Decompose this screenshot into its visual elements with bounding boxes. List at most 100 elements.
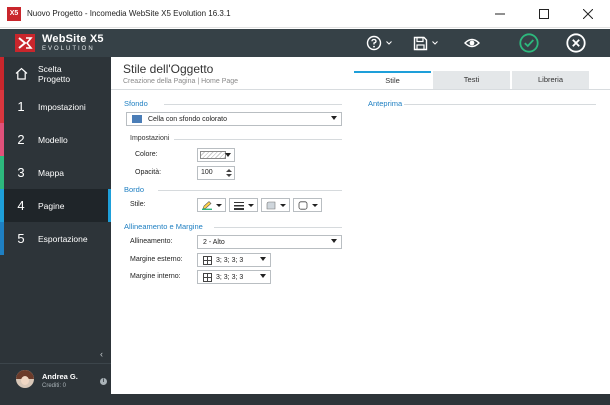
minimize-button[interactable] [478, 0, 522, 28]
divider [111, 89, 610, 90]
border-color-button[interactable] [197, 198, 226, 212]
close-circle-icon [566, 33, 586, 53]
user-credits: Crediti: 0 [42, 383, 67, 389]
stepper-arrows-icon[interactable] [225, 168, 232, 178]
margin-grid-icon [203, 255, 212, 265]
exit-button[interactable] [562, 29, 590, 57]
maximize-icon [539, 9, 549, 19]
divider [214, 227, 342, 228]
section-title-bordo: Bordo [124, 185, 145, 194]
sidebar-item-pagine[interactable]: 4 Pagine [0, 189, 111, 222]
sidebar-item-scelta-progetto[interactable]: Scelta Progetto [0, 57, 111, 90]
pen-color-icon [202, 201, 212, 210]
save-button[interactable] [408, 29, 442, 57]
collapse-sidebar-icon[interactable]: ‹ [100, 349, 103, 359]
sidebar-item-label: Impostazioni [38, 101, 86, 112]
page-title: Stile dell'Oggetto [123, 62, 214, 76]
save-icon [413, 36, 427, 50]
logo: WebSite X5 EVOLUTION [42, 33, 104, 53]
shadow-icon [266, 201, 276, 210]
outer-margin-label: Margine esterno: [130, 256, 183, 263]
app-icon: X5 [7, 6, 21, 21]
chevron-down-icon [225, 153, 231, 157]
opacity-value: 100 [201, 169, 213, 176]
alignment-value: 2 - Alto [203, 238, 225, 246]
close-window-button[interactable] [566, 0, 610, 28]
sidebar-item-number: 1 [17, 99, 25, 114]
section-title-sfondo: Sfondo [124, 99, 148, 108]
border-thickness-button[interactable] [229, 198, 258, 212]
color-swatch-icon [132, 115, 142, 123]
sidebar-item-label: Pagine [38, 200, 65, 211]
sidebar-item-mappa[interactable]: 3 Mappa [0, 156, 111, 189]
chevron-down-icon [260, 274, 266, 278]
chevron-down-icon [386, 41, 392, 45]
tab-libreria[interactable]: Libreria [512, 71, 589, 89]
app-header: WebSite X5 EVOLUTION [0, 29, 610, 57]
sidebar-item-impostazioni[interactable]: 1 Impostazioni [0, 90, 111, 123]
sidebar-item-esportazione[interactable]: 5 Esportazione [0, 222, 111, 255]
home-icon [4, 67, 38, 80]
tab-bar: Stile Testi Libreria [354, 71, 591, 89]
sidebar-item-number: 5 [17, 231, 25, 246]
divider [174, 139, 342, 140]
opacity-stepper[interactable]: 100 [197, 166, 235, 180]
main-panel: Stile dell'Oggetto Creazione della Pagin… [111, 57, 610, 394]
rounded-corner-icon [298, 201, 308, 210]
line-thickness-icon [234, 202, 244, 210]
sidebar-item-number: 3 [17, 165, 25, 180]
inner-margin-label: Margine interno: [130, 273, 181, 280]
user-panel[interactable]: Andrea G. Crediti: 0 i [0, 363, 111, 394]
background-mode-select[interactable]: Cella con sfondo colorato [126, 112, 342, 126]
sidebar-item-label: Scelta Progetto [38, 63, 71, 84]
chevron-down-icon [331, 116, 337, 120]
tab-testi[interactable]: Testi [433, 71, 510, 89]
chevron-down-icon [331, 239, 337, 243]
sidebar: Scelta Progetto 1 Impostazioni 2 Modello … [0, 57, 111, 394]
chevron-down-icon [216, 204, 222, 207]
inner-margin-select[interactable]: 3; 3; 3; 3 [197, 270, 271, 284]
chevron-down-icon [312, 204, 318, 207]
chevron-down-icon [260, 257, 266, 261]
color-picker[interactable] [197, 148, 235, 162]
logo-icon [15, 34, 35, 52]
window-titlebar: X5 Nuovo Progetto - Incomedia WebSite X5… [0, 0, 610, 28]
close-icon [583, 9, 593, 19]
checkmark-circle-icon [519, 33, 539, 53]
help-button[interactable] [362, 29, 396, 57]
eye-icon [464, 38, 480, 48]
transparent-color-icon [200, 151, 226, 159]
background-mode-value: Cella con sfondo colorato [148, 115, 227, 123]
user-name: Andrea G. [42, 372, 78, 381]
border-effect-button[interactable] [261, 198, 290, 212]
section-title-anteprima: Anteprima [368, 99, 403, 108]
window-title: Nuovo Progetto - Incomedia WebSite X5 Ev… [27, 9, 231, 18]
divider [158, 190, 342, 191]
logo-subtitle: EVOLUTION [42, 46, 95, 52]
info-icon[interactable]: i [100, 378, 107, 385]
section-title-allineamento: Allineamento e Margine [124, 222, 203, 231]
chevron-down-icon [431, 41, 438, 45]
opacity-label: Opacità: [135, 169, 162, 176]
divider [404, 104, 596, 105]
help-icon [366, 35, 382, 51]
border-style-label: Stile: [130, 201, 146, 208]
breadcrumb: Creazione della Pagina | Home Page [123, 78, 239, 85]
sidebar-item-modello[interactable]: 2 Modello [0, 123, 111, 156]
preview-button[interactable] [458, 29, 486, 57]
outer-margin-select[interactable]: 3; 3; 3; 3 [197, 253, 271, 267]
status-bar [0, 394, 610, 405]
logo-title: WebSite X5 [42, 33, 104, 45]
alignment-select[interactable]: 2 - Alto [197, 235, 342, 249]
subsection-title-impostazioni: Impostazioni [130, 135, 170, 142]
minimize-icon [495, 13, 505, 15]
confirm-button[interactable] [515, 29, 543, 57]
alignment-label: Allineamento: [130, 238, 173, 245]
chevron-down-icon [248, 204, 254, 207]
margin-grid-icon [203, 272, 212, 282]
tab-stile[interactable]: Stile [354, 71, 431, 89]
inner-margin-value: 3; 3; 3; 3 [216, 273, 244, 281]
border-corner-button[interactable] [293, 198, 322, 212]
maximize-button[interactable] [522, 0, 566, 28]
sidebar-item-label: Mappa [38, 167, 64, 178]
